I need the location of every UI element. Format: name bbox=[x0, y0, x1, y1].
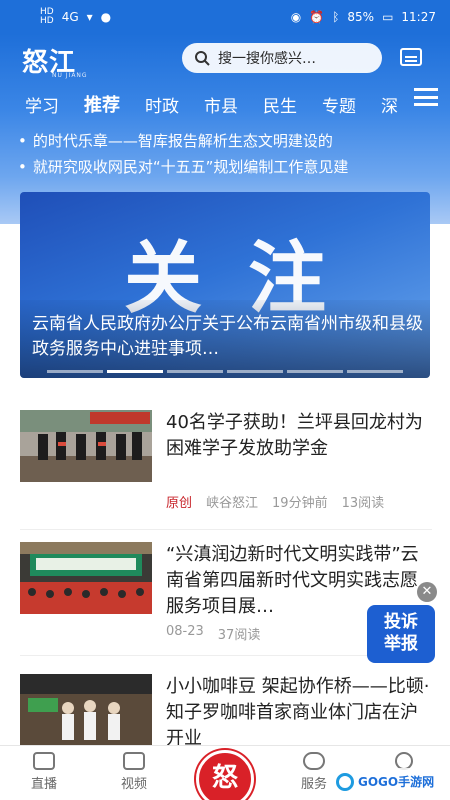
live-icon bbox=[33, 752, 55, 770]
clock: 11:27 bbox=[401, 10, 436, 24]
channel-tabs: 学习 推荐 时政 市县 民生 专题 深 bbox=[0, 88, 450, 120]
search-icon bbox=[195, 51, 210, 66]
report-button[interactable]: 投诉 举报 bbox=[367, 605, 435, 663]
news-title: 小小咖啡豆 架起协作桥——比顿·知子罗咖啡首家商业体门店在沪开业 bbox=[166, 676, 430, 749]
close-report-button[interactable]: ✕ bbox=[417, 582, 437, 602]
report-label-2: 举报 bbox=[384, 634, 418, 654]
status-bar: HD HD 4G ▾ ● ◉ ⏰ ᛒ 85% ▭ 11:27 bbox=[0, 0, 450, 34]
tab-livelihood[interactable]: 民生 bbox=[263, 92, 297, 117]
news-reads: 37阅读 bbox=[217, 628, 261, 643]
nav-service-label: 服务 bbox=[300, 777, 327, 792]
original-tag: 原创 bbox=[166, 496, 193, 511]
news-time: 19分钟前 bbox=[272, 496, 328, 511]
news-time: 08-23 bbox=[166, 624, 204, 639]
carousel-indicator bbox=[20, 370, 430, 373]
banner-caption[interactable]: 云南省人民政府办公厅关于公布云南省州市级和县级政务服务中心进驻事项… bbox=[32, 312, 424, 362]
news-meta: 原创 峡谷怒江 19分钟前 13阅读 bbox=[166, 492, 384, 511]
eye-icon: ◉ bbox=[290, 10, 302, 24]
carousel-dot bbox=[227, 370, 283, 373]
nav-live-label: 直播 bbox=[30, 777, 57, 792]
ticker-item[interactable]: 的时代乐章——智库报告解析生态文明建设的 bbox=[18, 130, 438, 152]
menu-icon[interactable] bbox=[414, 88, 438, 106]
news-thumbnail bbox=[20, 410, 152, 482]
news-title: 40名学子获助！兰坪县回龙村为困难学子发放助学金 bbox=[166, 412, 423, 459]
search-placeholder: 搜一搜你感兴… bbox=[218, 51, 316, 67]
report-label-1: 投诉 bbox=[384, 612, 418, 632]
nav-video[interactable]: 视频 bbox=[104, 752, 164, 792]
home-center-button[interactable]: 怒 bbox=[196, 750, 254, 800]
nav-live[interactable]: 直播 bbox=[14, 752, 74, 792]
news-meta: 08-23 37阅读 bbox=[166, 624, 260, 643]
network-label: 4G bbox=[61, 10, 79, 24]
news-thumbnail bbox=[20, 674, 152, 746]
news-thumbnail bbox=[20, 542, 152, 614]
battery-percent: 85% bbox=[347, 10, 375, 24]
carousel-dot bbox=[347, 370, 403, 373]
tab-topics[interactable]: 专题 bbox=[322, 92, 356, 117]
alarm-icon: ⏰ bbox=[309, 10, 325, 24]
watermark: GOGO手游网 bbox=[332, 768, 448, 796]
carousel-dot bbox=[107, 370, 163, 373]
carousel-dot bbox=[47, 370, 103, 373]
news-item[interactable]: 40名学子获助！兰坪县回龙村为困难学子发放助学金 原创 峡谷怒江 19分钟前 1… bbox=[20, 410, 432, 530]
tab-study[interactable]: 学习 bbox=[25, 92, 59, 117]
nav-video-label: 视频 bbox=[120, 777, 147, 792]
banner-carousel[interactable]: 关注 云南省人民政府办公厅关于公布云南省州市级和县级政务服务中心进驻事项… bbox=[20, 192, 430, 378]
tab-deep[interactable]: 深 bbox=[381, 92, 398, 117]
video-icon bbox=[123, 752, 145, 770]
newspaper-icon[interactable] bbox=[400, 48, 422, 66]
heart-icon bbox=[303, 752, 325, 770]
carousel-dot bbox=[167, 370, 223, 373]
bluetooth-icon: ᛒ bbox=[332, 10, 340, 24]
battery-icon: ▭ bbox=[382, 10, 394, 24]
wifi-icon: ▾ bbox=[86, 10, 93, 24]
watermark-logo-icon bbox=[336, 773, 354, 791]
tab-politics[interactable]: 时政 bbox=[145, 92, 179, 117]
search-box[interactable]: 搜一搜你感兴… bbox=[182, 43, 382, 73]
news-reads: 13阅读 bbox=[341, 496, 385, 511]
sim-indicator: HD HD bbox=[40, 7, 54, 26]
notification-icon: ● bbox=[100, 10, 112, 24]
carousel-dot bbox=[287, 370, 343, 373]
tab-recommend[interactable]: 推荐 bbox=[84, 91, 120, 117]
ticker-item[interactable]: 就研究吸收网民对“十五五”规划编制工作意见建 bbox=[18, 156, 438, 178]
news-source: 峡谷怒江 bbox=[206, 496, 259, 511]
app-logo-subtitle: NU JIANG bbox=[52, 72, 88, 79]
tab-counties[interactable]: 市县 bbox=[204, 92, 238, 117]
app-logo: 怒江 bbox=[22, 48, 77, 78]
